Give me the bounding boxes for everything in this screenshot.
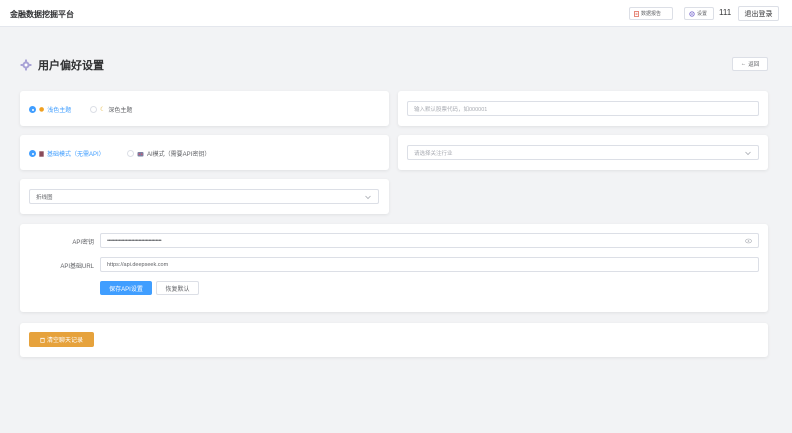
eye-icon[interactable] — [745, 238, 752, 244]
settings-gear-icon — [20, 59, 32, 71]
stock-code-input[interactable]: 输入默认股票代码，如000001 — [407, 101, 759, 116]
api-key-input[interactable]: •••••••••••••••••••••••••••••••••••••• — [100, 233, 759, 248]
industry-select[interactable]: 请选择关注行业 — [407, 145, 759, 160]
logout-button[interactable]: 退出登录 — [738, 6, 779, 21]
gear-icon — [689, 10, 695, 17]
api-key-value: •••••••••••••••••••••••••••••••••••••• — [107, 237, 162, 244]
chart-type-value: 折线图 — [36, 194, 53, 201]
mode-ai-label: AI模式（需要API密钥） — [147, 152, 211, 158]
mode-ai-option[interactable]: AI模式（需要API密钥） — [127, 149, 210, 158]
back-label: 返回 — [748, 62, 760, 68]
clear-history-button[interactable]: 清空聊天记录 — [29, 332, 94, 347]
api-settings-card: API密钥 ••••••••••••••••••••••••••••••••••… — [20, 224, 768, 312]
arrow-left-icon: ← — [740, 61, 747, 67]
theme-card: ● 浅色主题 ☾ 深色主题 — [20, 91, 389, 126]
stock-code-card: 输入默认股票代码，如000001 — [398, 91, 768, 126]
settings-button[interactable]: 设置 — [684, 7, 714, 20]
data-report-label: 数据报告 — [641, 11, 662, 17]
mode-basic-radio[interactable] — [29, 150, 36, 157]
save-api-button[interactable]: 保存API设置 — [100, 281, 152, 295]
moon-icon: ☾ — [100, 106, 106, 113]
chart-type-select[interactable]: 折线图 — [29, 189, 379, 204]
clear-history-card — [20, 323, 768, 357]
book-icon — [39, 150, 44, 157]
report-icon — [634, 10, 639, 17]
theme-dark-option[interactable]: ☾ 深色主题 — [90, 105, 132, 114]
api-url-input[interactable]: https://api.deepseek.com — [100, 257, 759, 272]
top-navbar: 金融数据挖掘平台 数据报告 设置 111 退出登录 — [0, 0, 792, 27]
mode-card: 基础模式（无需API） AI模式（需要API密钥） — [20, 135, 389, 170]
chevron-down-icon — [365, 195, 371, 200]
theme-light-option[interactable]: ● 浅色主题 — [29, 105, 71, 114]
chart-type-card: 折线图 — [20, 179, 389, 214]
api-key-label: API密钥 — [72, 240, 94, 246]
theme-dark-label: 深色主题 — [108, 108, 133, 114]
app-title: 金融数据挖掘平台 — [10, 10, 74, 19]
chevron-down-icon — [745, 151, 751, 156]
theme-light-radio[interactable] — [29, 106, 36, 113]
settings-label: 设置 — [697, 11, 708, 17]
mode-basic-label: 基础模式（无需API） — [47, 152, 105, 158]
data-report-button[interactable]: 数据报告 — [629, 7, 673, 20]
theme-dark-radio[interactable] — [90, 106, 97, 113]
robot-icon — [137, 151, 144, 156]
clear-history-label: 清空聊天记录 — [46, 338, 83, 344]
page-title: 用户偏好设置 — [38, 60, 104, 72]
user-count: 111 — [719, 8, 732, 17]
mode-ai-radio[interactable] — [127, 150, 134, 157]
api-url-label: API基础URL — [60, 264, 94, 270]
back-button[interactable]: ← 返回 — [732, 57, 768, 71]
sun-icon: ● — [39, 106, 45, 113]
industry-placeholder: 请选择关注行业 — [414, 150, 453, 157]
industry-card: 请选择关注行业 — [398, 135, 768, 170]
api-url-value: https://api.deepseek.com — [107, 261, 169, 268]
reset-default-button[interactable]: 恢复默认 — [156, 281, 199, 295]
stock-code-placeholder: 输入默认股票代码，如000001 — [414, 106, 488, 113]
trash-icon — [40, 337, 45, 343]
mode-basic-option[interactable]: 基础模式（无需API） — [29, 149, 105, 158]
page-heading: 用户偏好设置 — [20, 57, 104, 73]
theme-light-label: 浅色主题 — [47, 108, 72, 114]
